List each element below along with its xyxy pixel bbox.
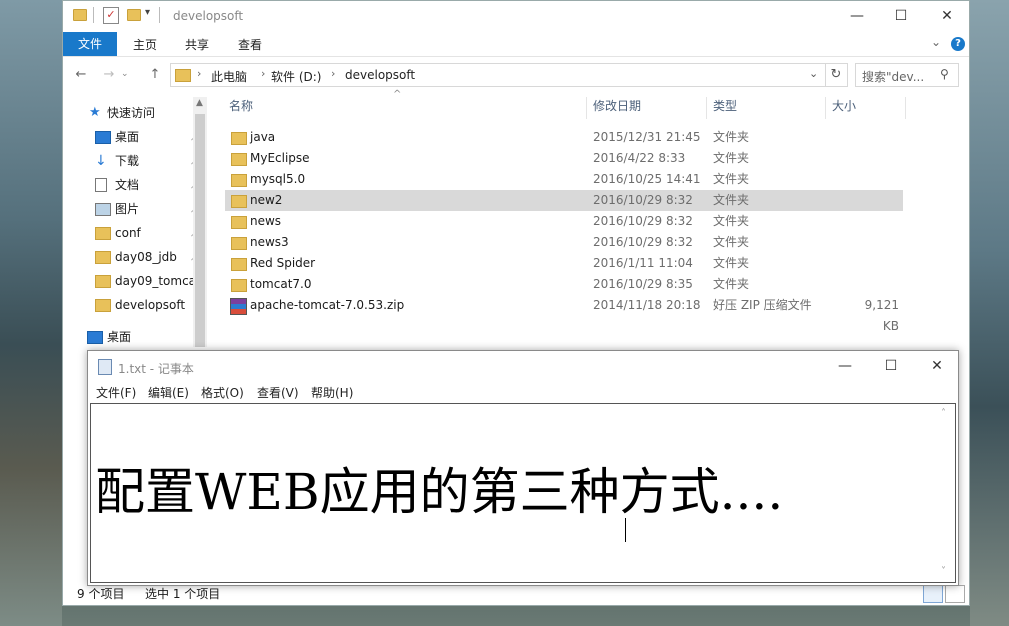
desktop-wallpaper-right	[970, 0, 1009, 626]
separator	[93, 7, 94, 23]
desktop-icon	[95, 131, 111, 144]
folder-icon	[231, 195, 247, 208]
minimize-button[interactable]: —	[835, 5, 879, 27]
breadcrumb-this-pc[interactable]: 此电脑	[211, 68, 247, 85]
expand-ribbon-icon[interactable]: ⌄	[931, 35, 941, 49]
address-dropdown-icon[interactable]: ⌄	[809, 67, 818, 80]
folder-icon	[231, 132, 247, 145]
folder-icon	[95, 275, 111, 288]
close-button[interactable]: ✕	[914, 353, 960, 379]
table-row[interactable]: apache-tomcat-7.0.53.zip 2014/11/18 20:1…	[225, 295, 903, 333]
breadcrumb-drive-d[interactable]: 软件 (D:)	[271, 68, 321, 85]
navigation-pane: ★ 快速访问 桌面 📌︎ ↓ 下载 📌︎ 文档 📌︎ 图片 📌︎ conf 📌︎	[63, 91, 209, 351]
recent-locations-icon[interactable]: ⌄	[121, 69, 129, 79]
folder-icon	[175, 69, 191, 82]
folder-icon	[95, 251, 111, 264]
sort-ascending-icon: ^	[393, 89, 402, 100]
folder-icon	[231, 174, 247, 187]
minimize-button[interactable]: —	[822, 353, 868, 379]
breadcrumb-separator[interactable]: ›	[331, 67, 335, 80]
properties-icon[interactable]: ✓	[103, 7, 119, 24]
window-title: 1.txt - 记事本	[118, 362, 194, 376]
table-row[interactable]: tomcat7.0 2016/10/29 8:35 文件夹	[225, 274, 903, 295]
folder-icon	[95, 299, 111, 312]
table-row[interactable]: news 2016/10/29 8:32 文件夹	[225, 211, 903, 232]
help-icon[interactable]: ?	[951, 37, 965, 51]
desktop-wallpaper-left	[0, 0, 62, 626]
notepad-window: 1.txt - 记事本 — ☐ ✕ 文件(F) 编辑(E) 格式(O) 查看(V…	[87, 350, 959, 586]
refresh-button[interactable]: ↻	[825, 63, 848, 87]
search-icon[interactable]: ⚲	[940, 67, 949, 81]
text-editor-area[interactable]: 配置WEB应用的第三种方式.... ˄ ˅	[90, 403, 956, 583]
folder-icon	[231, 258, 247, 271]
table-row[interactable]: java 2015/12/31 21:45 文件夹	[225, 127, 903, 148]
breadcrumb-separator[interactable]: ›	[261, 67, 265, 80]
menu-help[interactable]: 帮助(H)	[311, 384, 353, 401]
ribbon: 文件 主页 共享 查看 ⌄ ?	[63, 32, 969, 57]
up-button[interactable]: ↑	[145, 66, 165, 84]
table-row[interactable]: mysql5.0 2016/10/25 14:41 文件夹	[225, 169, 903, 190]
column-header-type[interactable]: 类型	[713, 97, 737, 119]
forward-button[interactable]: →	[99, 66, 119, 84]
new-folder-icon[interactable]	[127, 9, 141, 21]
text-cursor-icon	[625, 518, 628, 542]
document-icon	[95, 178, 107, 192]
desktop-icon	[87, 331, 103, 344]
maximize-button[interactable]: ☐	[879, 5, 923, 27]
item-count: 9 个项目	[77, 587, 125, 601]
search-input[interactable]: 搜索"dev... ⚲	[855, 63, 959, 87]
details-view-icon[interactable]	[923, 585, 943, 603]
breadcrumb-developsoft[interactable]: developsoft	[345, 68, 415, 82]
table-row[interactable]: news3 2016/10/29 8:32 文件夹	[225, 232, 903, 253]
folder-icon	[73, 9, 87, 21]
customize-toolbar-icon[interactable]: ▾	[145, 7, 150, 18]
folder-icon	[231, 153, 247, 166]
explorer-titlebar[interactable]: ✓ ▾ developsoft — ☐ ✕	[63, 1, 969, 32]
breadcrumb-separator[interactable]: ›	[197, 67, 201, 80]
separator	[159, 7, 160, 23]
menu-format[interactable]: 格式(O)	[201, 384, 244, 401]
column-header-size[interactable]: 大小	[832, 97, 856, 119]
zip-archive-icon	[230, 298, 247, 315]
folder-icon	[231, 279, 247, 292]
table-row-selected[interactable]: new2 2016/10/29 8:32 文件夹	[225, 190, 903, 211]
menu-view[interactable]: 查看(V)	[257, 384, 299, 401]
column-divider[interactable]	[706, 97, 707, 119]
scroll-down-icon[interactable]: ˅	[941, 566, 946, 577]
selected-count: 选中 1 个项目	[145, 587, 221, 601]
column-divider[interactable]	[905, 97, 906, 119]
star-icon: ★	[89, 105, 101, 120]
tab-share[interactable]: 共享	[185, 36, 209, 53]
back-button[interactable]: ←	[71, 66, 91, 84]
editor-content: 配置WEB应用的第三种方式....	[95, 463, 784, 521]
address-bar[interactable]: › 此电脑 › 软件 (D:) › developsoft ⌄	[170, 63, 826, 87]
window-title: developsoft	[173, 9, 244, 23]
notepad-icon	[98, 359, 112, 375]
column-divider[interactable]	[825, 97, 826, 119]
close-button[interactable]: ✕	[925, 5, 969, 27]
folder-icon	[231, 216, 247, 229]
large-icons-view-icon[interactable]	[945, 585, 965, 603]
column-header-modified[interactable]: 修改日期	[593, 97, 641, 119]
search-placeholder: 搜索"dev...	[862, 70, 925, 84]
navigation-bar: ← → ⌄ ↑ › 此电脑 › 软件 (D:) › developsoft ⌄ …	[63, 59, 969, 91]
folder-icon	[231, 237, 247, 250]
column-divider[interactable]	[586, 97, 587, 119]
scrollbar-thumb[interactable]	[195, 114, 205, 347]
tab-file[interactable]: 文件	[63, 32, 117, 56]
menu-file[interactable]: 文件(F)	[96, 384, 136, 401]
tab-home[interactable]: 主页	[133, 36, 157, 53]
tab-view[interactable]: 查看	[238, 36, 262, 53]
table-row[interactable]: Red Spider 2016/1/11 11:04 文件夹	[225, 253, 903, 274]
download-icon: ↓	[95, 153, 107, 169]
scroll-up-icon[interactable]: ▲	[196, 98, 203, 108]
folder-icon	[95, 227, 111, 240]
menu-edit[interactable]: 编辑(E)	[148, 384, 189, 401]
scroll-up-icon[interactable]: ˄	[941, 408, 946, 419]
column-header-name[interactable]: 名称	[229, 97, 253, 119]
maximize-button[interactable]: ☐	[868, 353, 914, 379]
picture-icon	[95, 203, 111, 216]
table-row[interactable]: MyEclipse 2016/4/22 8:33 文件夹	[225, 148, 903, 169]
